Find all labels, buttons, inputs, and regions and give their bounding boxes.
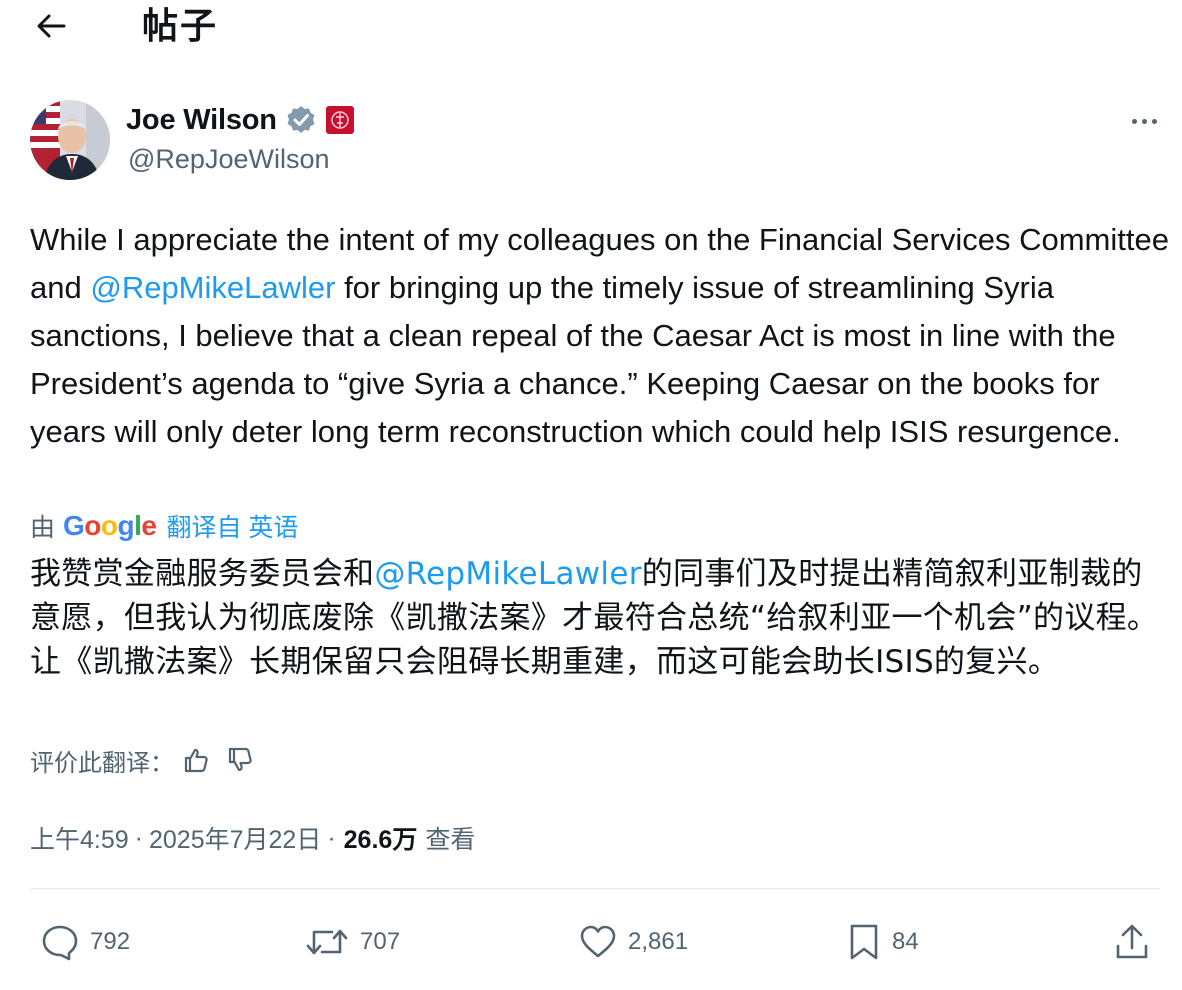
translated-mention-link[interactable]: @RepMikeLawler [374, 556, 641, 592]
verified-badge-icon [287, 106, 315, 133]
repost-count: 707 [360, 928, 401, 955]
tweet-text: While I appreciate the intent of my coll… [30, 216, 1170, 456]
tweet-time[interactable]: 上午4:59 [30, 820, 129, 856]
top-bar: 帖子 [0, 0, 1182, 60]
thumbs-up-icon [184, 748, 208, 773]
google-logo-letter: G [63, 510, 85, 541]
avatar-image [30, 100, 110, 180]
author-handle[interactable]: @RepJoeWilson [128, 144, 330, 175]
thumbs-down-icon [228, 747, 252, 772]
translated-by-row: 由 Google 翻译自 英语 [30, 506, 298, 546]
like-button[interactable]: 2,861 [578, 916, 688, 968]
share-upload-icon [1116, 924, 1148, 959]
meta-separator: · [134, 823, 143, 852]
bookmark-icon [850, 924, 878, 960]
reply-button[interactable]: 792 [40, 916, 130, 968]
views-count[interactable]: 26.6万 [344, 820, 418, 856]
arrow-left-icon [37, 14, 66, 38]
google-logo-letter: e [141, 510, 157, 541]
repost-icon [306, 929, 348, 955]
more-dots-icon [1131, 118, 1137, 124]
author-name-row: Joe Wilson [126, 100, 355, 140]
views-label: 查看 [425, 826, 476, 854]
repost-button[interactable]: 707 [304, 916, 400, 968]
tweet-date[interactable]: 2025年7月22日 [149, 820, 321, 856]
more-options-button[interactable] [1120, 106, 1168, 136]
tweet-meta: 上午4:59 · 2025年7月22日 · 26.6万 查看 [30, 818, 475, 858]
rate-translation-row: 评价此翻译： [30, 740, 262, 780]
bookmark-button[interactable]: 84 [846, 916, 919, 968]
author-display-name[interactable]: Joe Wilson [126, 104, 277, 137]
more-dot [1151, 118, 1157, 124]
like-count: 2,861 [628, 928, 689, 955]
translated-text-part: 我赞赏金融服务委员会和 [30, 556, 375, 592]
divider [30, 888, 1160, 889]
action-bar: 792 707 2,861 84 [0, 916, 1182, 968]
thumbs-down-button[interactable] [218, 740, 262, 780]
bookmark-count: 84 [892, 928, 919, 955]
tweet-mention-link[interactable]: @RepMikeLawler [90, 270, 335, 305]
page-title: 帖子 [142, 5, 219, 46]
translated-by-prefix: 由 [30, 514, 56, 542]
back-button[interactable] [28, 4, 74, 48]
us-house-seal-icon[interactable] [325, 105, 355, 135]
avatar[interactable] [30, 100, 110, 180]
meta-separator: · [327, 823, 336, 852]
google-logo-letter: o [84, 510, 101, 541]
translated-text: 我赞赏金融服务委员会和@RepMikeLawler的同事们及时提出精简叙利亚制裁… [30, 552, 1160, 684]
translated-from-link[interactable]: 翻译自 英语 [166, 508, 298, 544]
heart-icon [580, 925, 616, 958]
rate-translation-label: 评价此翻译： [30, 749, 174, 777]
google-logo-letter: o [100, 510, 118, 541]
thumbs-up-button[interactable] [174, 740, 218, 780]
share-button[interactable] [1112, 916, 1152, 968]
more-dot [1141, 118, 1147, 124]
reply-count: 792 [90, 928, 131, 955]
google-logo-letter: g [117, 510, 135, 541]
google-logo: Google [63, 510, 157, 542]
reply-bubble-icon [42, 925, 78, 961]
